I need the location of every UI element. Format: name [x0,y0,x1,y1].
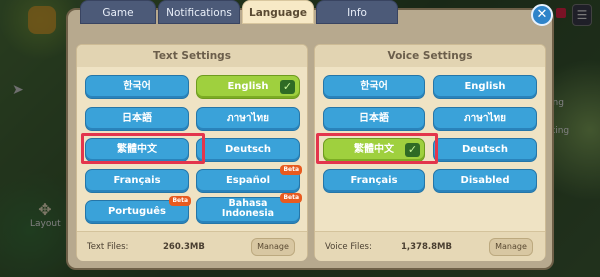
text-files-size: 260.3MB [163,242,205,252]
voice-files-size: 1,378.8MB [401,242,452,252]
text-files-footer: Text Files: 260.3MB Manage [77,231,307,261]
text-lang-french[interactable]: Français [85,169,189,193]
tab-info[interactable]: Info [316,0,398,24]
tab-notifications[interactable]: Notifications [158,0,240,24]
text-lang-japanese[interactable]: 日本語 [85,107,189,131]
text-files-label: Text Files: [87,242,129,252]
text-lang-english[interactable]: English ✓ [196,75,300,99]
text-lang-spanish[interactable]: Español Beta [196,165,302,193]
voice-lang-thai[interactable]: ภาษาไทย [433,107,537,131]
text-lang-korean[interactable]: 한국어 [85,75,189,99]
voice-lang-english[interactable]: English [433,75,537,99]
text-lang-indonesian[interactable]: Bahasa Indonesia Beta [196,193,302,224]
beta-badge: Beta [280,165,302,175]
text-manage-button[interactable]: Manage [251,238,295,256]
close-button[interactable]: ✕ [531,4,553,26]
voice-lang-french[interactable]: Français [323,169,425,193]
highlight-text-chinese [81,133,205,164]
close-icon: ✕ [536,7,548,22]
voice-lang-korean[interactable]: 한국어 [323,75,425,99]
voice-files-label: Voice Files: [325,242,372,252]
voice-manage-button[interactable]: Manage [489,238,533,256]
beta-badge: Beta [169,196,191,206]
text-lang-german[interactable]: Deutsch [196,138,300,162]
voice-lang-japanese[interactable]: 日本語 [323,107,425,131]
highlight-voice-chinese [316,133,438,164]
check-icon: ✓ [280,80,295,94]
text-lang-portuguese[interactable]: Português Beta [85,196,191,224]
voice-lang-german[interactable]: Deutsch [433,138,537,162]
voice-lang-disabled[interactable]: Disabled [433,169,537,193]
tab-language[interactable]: Language [242,0,314,24]
voice-files-footer: Voice Files: 1,378.8MB Manage [315,231,545,261]
text-settings-title: Text Settings [77,45,307,67]
tab-game[interactable]: Game [80,0,156,24]
beta-badge: Beta [280,193,302,203]
text-lang-thai[interactable]: ภาษาไทย [196,107,300,131]
voice-settings-title: Voice Settings [315,45,545,67]
